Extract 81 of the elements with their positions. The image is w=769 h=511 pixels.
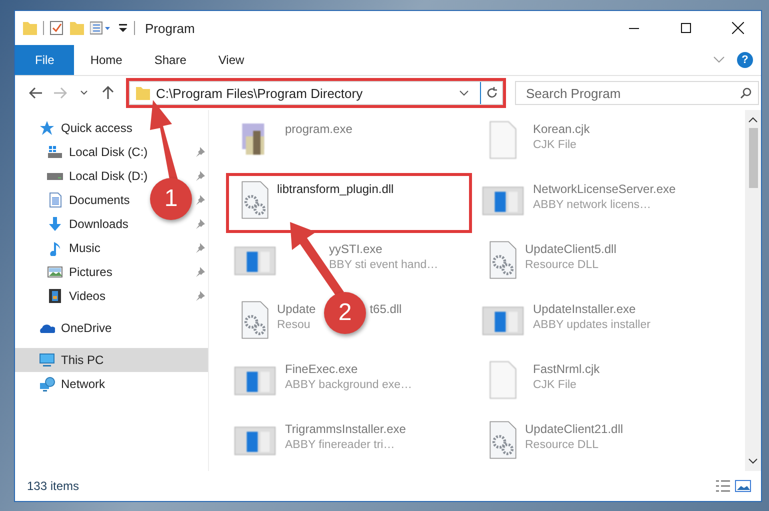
- sidebar-item[interactable]: Local Disk (C:): [69, 145, 148, 159]
- forward-arrow-icon: [53, 87, 67, 99]
- scroll-down-icon[interactable]: [748, 457, 758, 465]
- pin-icon[interactable]: [195, 267, 205, 277]
- file-name[interactable]: UpdateInstaller.exe: [533, 302, 636, 316]
- sidebar-item[interactable]: Network: [61, 377, 106, 391]
- download-icon: [47, 216, 63, 232]
- ribbon-tab[interactable]: View: [202, 45, 260, 75]
- computer-icon: [39, 352, 55, 368]
- ribbon-tab[interactable]: File: [15, 45, 74, 75]
- windows-drive-icon: [47, 144, 63, 160]
- folder-icon[interactable]: [70, 20, 84, 36]
- file-description: BBY sti event hand…: [329, 259, 438, 271]
- sidebar-item[interactable]: Documents: [69, 193, 130, 207]
- file-name[interactable]: NetworkLicenseServer.exe: [533, 182, 676, 196]
- sidebar-item[interactable]: OneDrive: [61, 321, 112, 335]
- file-description: ABBY background exe…: [285, 379, 412, 391]
- file-name[interactable]: FastNrml.cjk: [533, 362, 600, 376]
- up-arrow-icon: [102, 86, 114, 100]
- scrollbar-thumb[interactable]: [748, 128, 758, 188]
- pin-icon[interactable]: [195, 195, 205, 205]
- item-count: 133 items: [27, 479, 80, 493]
- network-icon: [39, 376, 55, 392]
- file-name[interactable]: TrigrammsInstaller.exe: [285, 422, 406, 436]
- large-icons-view-button[interactable]: [733, 477, 753, 495]
- help-button[interactable]: ?: [737, 52, 753, 68]
- pin-icon[interactable]: [195, 291, 205, 301]
- checklist-icon[interactable]: [50, 20, 64, 36]
- properties-icon[interactable]: [90, 20, 112, 36]
- pin-icon[interactable]: [195, 171, 205, 181]
- file-name[interactable]: UpdateClient5.dll: [525, 242, 616, 256]
- file-name[interactable]: Update: [277, 302, 316, 316]
- sidebar-label[interactable]: This PC: [61, 353, 104, 367]
- refresh-icon: [486, 87, 498, 99]
- file-name[interactable]: t65.dll: [370, 302, 402, 316]
- window-title: Program: [145, 20, 196, 36]
- file-description: ABBY network licens…: [533, 199, 652, 211]
- videos-icon: [47, 288, 63, 304]
- sidebar-item[interactable]: This PC: [15, 348, 208, 372]
- file-description: Resource DLL: [525, 259, 600, 271]
- ribbon-tab[interactable]: Share: [138, 45, 202, 75]
- chevron-down-icon: [459, 90, 469, 96]
- file-name[interactable]: yySTI.exe: [329, 242, 382, 256]
- search-icon: [740, 87, 752, 99]
- document-icon: [47, 192, 63, 208]
- sidebar-item[interactable]: Downloads: [69, 217, 128, 231]
- file-description: ABBY finereader tri…: [285, 439, 396, 451]
- file-description: Resou: [277, 319, 312, 331]
- back-arrow-icon: [29, 87, 43, 99]
- sidebar-item[interactable]: Pictures: [69, 265, 112, 279]
- music-icon: [47, 240, 63, 256]
- file-description: ABBY updates installer: [533, 319, 650, 331]
- sidebar-item[interactable]: Local Disk (D:): [69, 169, 148, 183]
- folder-icon[interactable]: [23, 20, 37, 36]
- pictures-icon: [47, 264, 63, 280]
- file-name[interactable]: libtransform_plugin.dll: [277, 182, 394, 196]
- ribbon-tab[interactable]: Home: [74, 45, 138, 75]
- sidebar-item[interactable]: Videos: [69, 289, 106, 303]
- star-icon: [39, 120, 55, 136]
- folder-icon: [136, 85, 150, 101]
- close-icon: [732, 22, 744, 34]
- search-box[interactable]: Search Program: [515, 81, 759, 105]
- pin-icon[interactable]: [195, 147, 205, 157]
- file-description: CJK File: [533, 379, 578, 391]
- chevron-down-icon: [80, 90, 88, 96]
- file-name[interactable]: program.exe: [285, 122, 352, 136]
- drive-icon: [47, 172, 63, 180]
- scroll-up-icon[interactable]: [748, 116, 758, 124]
- maximize-icon: [681, 23, 691, 33]
- file-item[interactable]: libtransform_plugin.dll: [227, 174, 471, 232]
- chevron-down-icon[interactable]: [713, 56, 725, 64]
- sidebar-item[interactable]: Music: [69, 241, 100, 255]
- pin-icon[interactable]: [195, 243, 205, 253]
- file-description: CJK File: [533, 139, 578, 151]
- file-name[interactable]: Korean.cjk: [533, 122, 590, 136]
- address-bar[interactable]: C:\Program Files\Program Directory: [129, 81, 503, 105]
- sidebar-item[interactable]: Quick access: [61, 121, 132, 135]
- file-description: Resource DLL: [525, 439, 600, 451]
- file-name[interactable]: FineExec.exe: [285, 362, 358, 376]
- pin-icon[interactable]: [195, 219, 205, 229]
- file-name[interactable]: UpdateClient21.dll: [525, 422, 624, 436]
